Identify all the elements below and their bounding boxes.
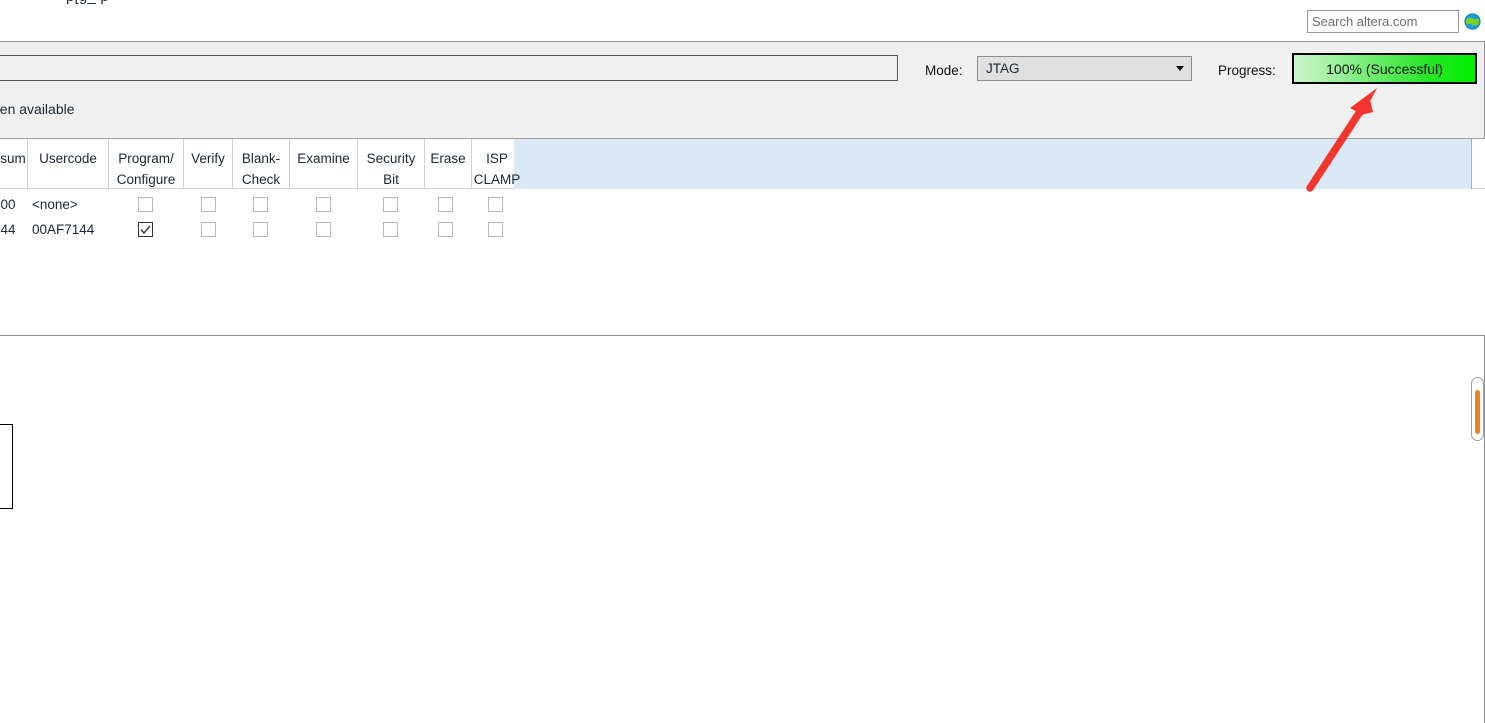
column-header-erase[interactable]: Erase — [425, 139, 472, 189]
progress-bar: 100% (Successful) — [1292, 53, 1477, 84]
table-row[interactable]: 144 00AF7144 — [0, 219, 1485, 244]
checkbox-blank-check[interactable] — [253, 222, 268, 237]
programmer-panel: Mode: JTAG Progress: 100% (Successful) h… — [0, 41, 1485, 331]
mode-dropdown-value: JTAG — [986, 61, 1020, 76]
progress-label: Progress: — [1218, 63, 1276, 78]
checkbox-verify[interactable] — [201, 197, 216, 212]
checkbox-erase[interactable] — [438, 197, 453, 212]
scrollbar-thumb[interactable] — [1474, 390, 1480, 434]
table-header-row: sum Usercode Program/Configure Verify Bl… — [0, 139, 1485, 189]
mode-label: Mode: — [925, 63, 963, 78]
message-pane — [0, 335, 1485, 723]
cell-checksum: 000 — [0, 197, 16, 212]
table-row[interactable]: 000 <none> — [0, 194, 1485, 219]
column-header-blank-check[interactable]: Blank- Check — [233, 139, 290, 189]
checkbox-verify[interactable] — [201, 222, 216, 237]
checkbox-examine[interactable] — [316, 222, 331, 237]
column-header-usercode[interactable]: Usercode — [28, 139, 109, 189]
table-header-highlight — [514, 139, 1472, 189]
clipped-window-title: p[g_ p — [66, 0, 109, 5]
checkbox-isp-clamp[interactable] — [488, 222, 503, 237]
column-header-isp-clamp[interactable]: ISP CLAMP — [472, 139, 522, 189]
progress-value-text: 100% (Successful) — [1326, 60, 1443, 77]
info-message: hen available — [0, 101, 75, 117]
vertical-scrollbar[interactable] — [1471, 377, 1484, 441]
checkbox-examine[interactable] — [316, 197, 331, 212]
device-table: sum Usercode Program/Configure Verify Bl… — [0, 138, 1485, 331]
cell-checksum: 144 — [0, 222, 16, 237]
toolbar-row: Mode: JTAG Progress: 100% (Successful) — [0, 42, 1484, 89]
search-input[interactable] — [1307, 10, 1459, 33]
checkbox-security-bit[interactable] — [383, 197, 398, 212]
checkbox-security-bit[interactable] — [383, 222, 398, 237]
browser-top-strip: p[g_ p — [0, 0, 1485, 42]
clipped-dialog-box — [0, 424, 13, 509]
chevron-down-icon — [1175, 57, 1191, 80]
cell-usercode: 00AF7144 — [32, 222, 95, 237]
checkbox-isp-clamp[interactable] — [488, 197, 503, 212]
table-body: 000 <none> — [0, 194, 1485, 244]
search-area — [1307, 10, 1481, 33]
column-header-program-configure[interactable]: Program/Configure — [109, 139, 184, 189]
checkbox-program-configure[interactable] — [138, 222, 153, 237]
column-header-checksum[interactable]: sum — [0, 139, 28, 189]
checkbox-program-configure[interactable] — [138, 197, 153, 212]
cell-usercode: <none> — [32, 197, 78, 212]
checkbox-blank-check[interactable] — [253, 197, 268, 212]
column-header-security-bit[interactable]: Security Bit — [358, 139, 425, 189]
app-window: p[g_ p Mode: JTAG Progress: — [0, 0, 1485, 723]
column-header-verify[interactable]: Verify — [184, 139, 233, 189]
info-line: hen available — [0, 96, 1484, 122]
checkbox-erase[interactable] — [438, 222, 453, 237]
column-header-examine[interactable]: Examine — [290, 139, 358, 189]
globe-icon[interactable] — [1464, 13, 1481, 30]
file-path-input[interactable] — [0, 55, 898, 81]
mode-dropdown[interactable]: JTAG — [977, 56, 1192, 81]
